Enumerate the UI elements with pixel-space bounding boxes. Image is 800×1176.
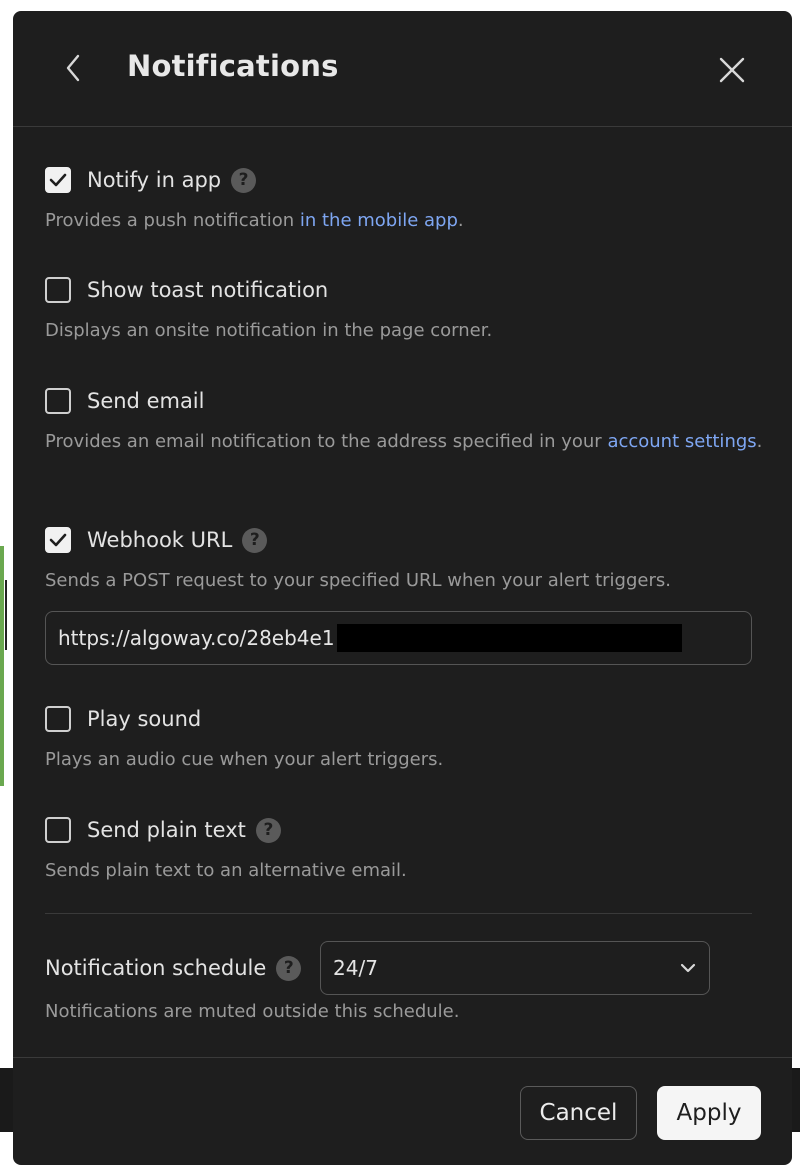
play-sound-label[interactable]: Play sound	[87, 707, 201, 731]
dialog-header: Notifications	[13, 11, 792, 127]
webhook-url-input[interactable]: https://algoway.co/28eb4e1	[45, 611, 752, 665]
help-icon[interactable]: ?	[276, 955, 302, 981]
option-notify-in-app: Notify in app ? Provides a push notifica…	[45, 164, 765, 236]
option-row: Send plain text ?	[45, 814, 765, 846]
option-send-email: Send email Provides an email notificatio…	[45, 385, 765, 457]
notification-schedule-description: Notifications are muted outside this sch…	[45, 1001, 460, 1022]
cancel-button[interactable]: Cancel	[520, 1086, 637, 1140]
dialog-title: Notifications	[127, 49, 339, 83]
option-send-plain-text: Send plain text ? Sends plain text to an…	[45, 814, 765, 886]
webhook-url-description: Sends a POST request to your specified U…	[45, 570, 671, 591]
redacted-block	[336, 624, 682, 652]
notifications-dialog: Notifications Notify in app ? Provides a…	[13, 11, 792, 1165]
notify-in-app-label[interactable]: Notify in app	[87, 168, 221, 192]
background-chart-bar	[0, 546, 4, 786]
mobile-app-link[interactable]: in the mobile app	[300, 210, 458, 231]
description-text: Provides a push notification	[45, 210, 300, 231]
webhook-url-label[interactable]: Webhook URL	[87, 528, 232, 552]
option-row: Webhook URL ?	[45, 524, 765, 556]
option-row: Play sound	[45, 703, 765, 735]
notification-schedule-row: Notification schedule ? 24/7	[45, 941, 752, 995]
chevron-down-icon	[679, 959, 697, 978]
description-text: .	[756, 431, 763, 452]
option-webhook-url: Webhook URL ? Sends a POST request to yo…	[45, 524, 765, 596]
send-plain-text-label[interactable]: Send plain text	[87, 818, 246, 842]
send-email-checkbox[interactable]	[45, 388, 71, 414]
account-settings-link[interactable]: account settings	[607, 431, 756, 452]
description-text: Provides an email notification to the ad…	[45, 431, 608, 452]
webhook-url-value: https://algoway.co/28eb4e1	[58, 626, 335, 650]
background-chart-candle	[5, 580, 7, 650]
show-toast-description: Displays an onsite notification in the p…	[45, 320, 493, 341]
section-divider	[45, 913, 752, 914]
close-icon[interactable]	[715, 53, 749, 87]
send-plain-text-checkbox[interactable]	[45, 817, 71, 843]
option-row: Notify in app ?	[45, 164, 765, 196]
option-play-sound: Play sound Plays an audio cue when your …	[45, 703, 765, 775]
play-sound-description: Plays an audio cue when your alert trigg…	[45, 749, 444, 770]
send-plain-text-description: Sends plain text to an alternative email…	[45, 860, 407, 881]
notify-in-app-checkbox[interactable]	[45, 167, 71, 193]
show-toast-label[interactable]: Show toast notification	[87, 278, 328, 302]
chevron-left-icon[interactable]	[60, 51, 88, 85]
dialog-footer: Cancel Apply	[13, 1057, 792, 1165]
help-icon[interactable]: ?	[255, 817, 281, 843]
apply-button[interactable]: Apply	[657, 1086, 761, 1140]
schedule-selected-value: 24/7	[333, 956, 378, 980]
option-show-toast: Show toast notification Displays an onsi…	[45, 274, 765, 346]
play-sound-checkbox[interactable]	[45, 706, 71, 732]
send-email-label[interactable]: Send email	[87, 389, 204, 413]
notify-in-app-description: Provides a push notification in the mobi…	[45, 206, 765, 236]
description-text: .	[457, 210, 464, 231]
send-email-description: Provides an email notification to the ad…	[45, 427, 765, 457]
option-row: Send email	[45, 385, 765, 417]
help-icon[interactable]: ?	[231, 167, 257, 193]
show-toast-checkbox[interactable]	[45, 277, 71, 303]
notification-schedule-select[interactable]: 24/7	[320, 941, 710, 995]
option-row: Show toast notification	[45, 274, 765, 306]
webhook-url-checkbox[interactable]	[45, 527, 71, 553]
notification-schedule-label: Notification schedule	[45, 956, 267, 980]
help-icon[interactable]: ?	[242, 527, 268, 553]
